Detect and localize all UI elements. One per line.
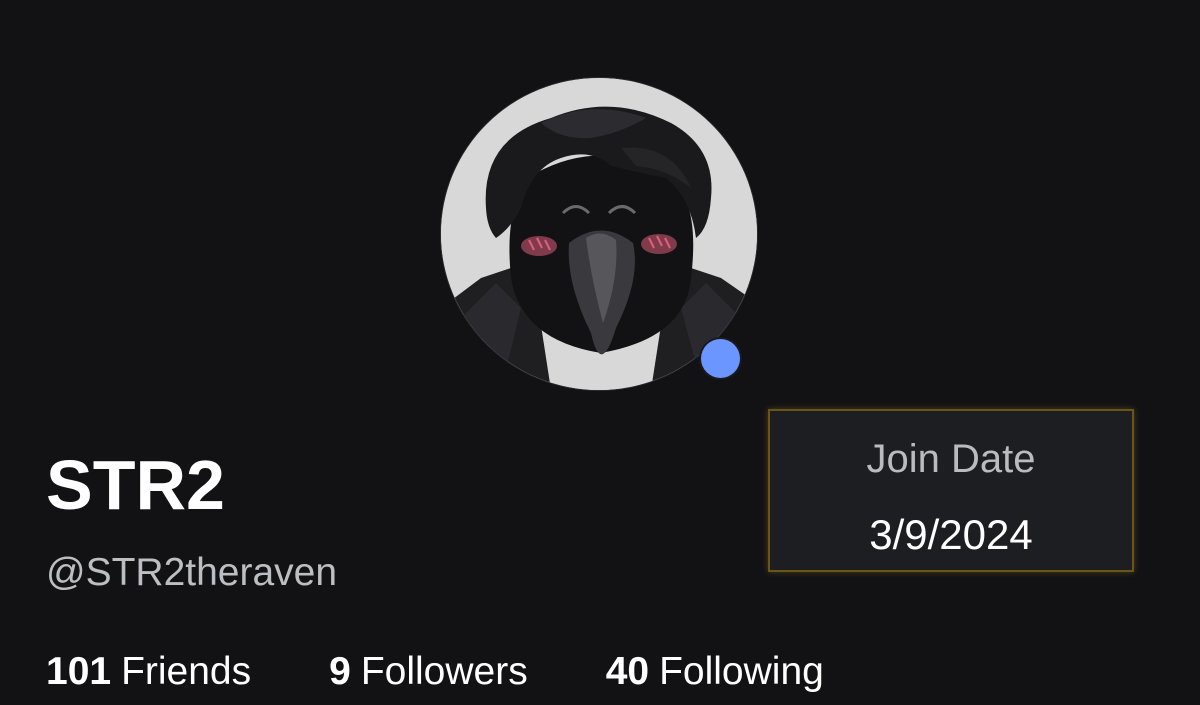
join-date-label: Join Date — [866, 437, 1036, 481]
followers-label: Followers — [360, 650, 528, 693]
following-label: Following — [659, 650, 824, 693]
friends-count: 101 — [46, 650, 112, 693]
following-stat[interactable]: 40 Following — [606, 648, 824, 696]
avatar-container[interactable] — [440, 77, 758, 395]
display-name: STR2 — [46, 446, 225, 524]
join-date-card: Join Date 3/9/2024 — [768, 409, 1134, 572]
followers-stat[interactable]: 9 Followers — [329, 648, 528, 696]
profile-page: STR2 @STR2theraven 101 Friends 9 Followers… — [0, 0, 1200, 705]
join-date-value: 3/9/2024 — [869, 511, 1033, 558]
profile-stats: 101 Friends 9 Followers 40 Following — [46, 648, 824, 698]
friends-stat[interactable]: 101 Friends — [46, 648, 251, 696]
friends-label: Friends — [121, 650, 252, 693]
following-count: 40 — [605, 650, 650, 693]
username: @STR2theraven — [46, 551, 338, 594]
online-status-indicator — [699, 337, 742, 380]
followers-count: 9 — [329, 650, 351, 693]
